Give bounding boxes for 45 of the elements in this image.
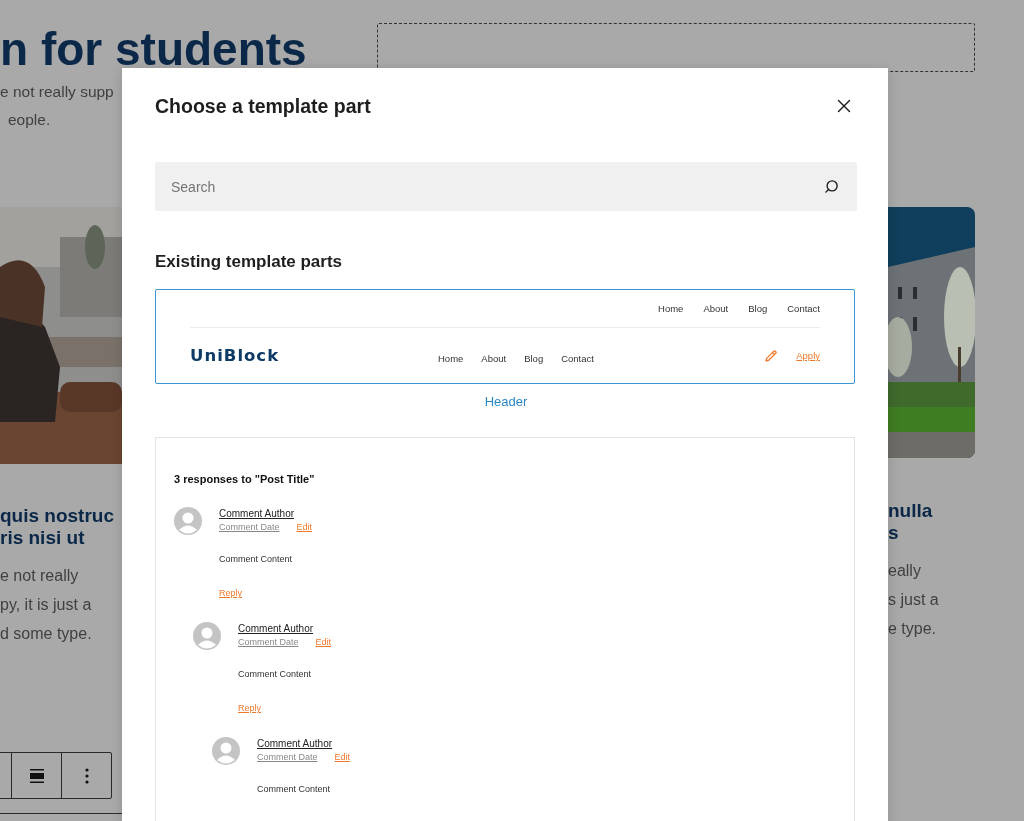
- more-icon: [84, 767, 89, 784]
- comment-date[interactable]: Comment Date: [257, 751, 318, 764]
- avatar-icon: [174, 507, 202, 535]
- card-text: py, it is just a: [0, 595, 92, 615]
- align-icon: [28, 767, 45, 784]
- pencil-icon: [765, 349, 778, 362]
- site-logo: UniBlock: [190, 346, 281, 365]
- avatar-icon: [212, 737, 240, 765]
- search-field[interactable]: Search: [155, 162, 857, 211]
- intro-text: eople.: [7, 110, 51, 130]
- comment-date[interactable]: Comment Date: [219, 521, 280, 534]
- section-title: Existing template parts: [155, 251, 343, 273]
- card-text: s just a: [888, 590, 939, 610]
- comment-author[interactable]: Comment Author: [257, 737, 333, 751]
- comment-content: Comment Content: [238, 669, 312, 679]
- comment-content: Comment Content: [219, 554, 293, 564]
- comments-title: 3 responses to "Post Title": [174, 473, 315, 485]
- dialog-title: Choose a template part: [155, 94, 371, 118]
- card-text: eally: [888, 561, 921, 581]
- comment-author[interactable]: Comment Author: [219, 507, 295, 521]
- template-part-preview[interactable]: Home About Blog Contact UniBlock Home About Blog Contact Apply: [155, 289, 855, 384]
- intro-text: e not really supp: [0, 82, 114, 102]
- card-text: e type.: [888, 619, 937, 639]
- card-title: ris nisi ut: [0, 527, 85, 549]
- card-title: quis nostruc: [0, 505, 114, 527]
- nav-link[interactable]: Home: [658, 303, 684, 314]
- comment-content: Comment Content: [257, 784, 331, 794]
- card-title: s: [888, 522, 899, 544]
- card-title: nulla: [888, 500, 933, 522]
- nav-link[interactable]: Contact: [561, 353, 594, 364]
- comment-author[interactable]: Comment Author: [238, 622, 314, 636]
- card-text: d some type.: [0, 624, 92, 644]
- search-icon: [824, 179, 839, 194]
- template-part-preview[interactable]: 3 responses to "Post Title" Comment Author Comment Date Edit Comment Content Reply Comment Author Comment Date Edit Comment Content Reply Comment Author Comment Date Edit Comment Content: [155, 437, 855, 821]
- page-heading: n for students: [0, 22, 308, 77]
- nav-link[interactable]: About: [703, 303, 729, 314]
- nav-link[interactable]: Blog: [748, 303, 768, 314]
- avatar-icon: [193, 622, 221, 650]
- template-part-name[interactable]: Header: [484, 392, 528, 412]
- nav-link[interactable]: Home: [438, 353, 464, 364]
- nav-link[interactable]: Contact: [787, 303, 820, 314]
- nav-link[interactable]: About: [481, 353, 507, 364]
- nav-link[interactable]: Blog: [524, 353, 544, 364]
- card-text: e not really: [0, 566, 79, 586]
- comment-date[interactable]: Comment Date: [238, 636, 299, 649]
